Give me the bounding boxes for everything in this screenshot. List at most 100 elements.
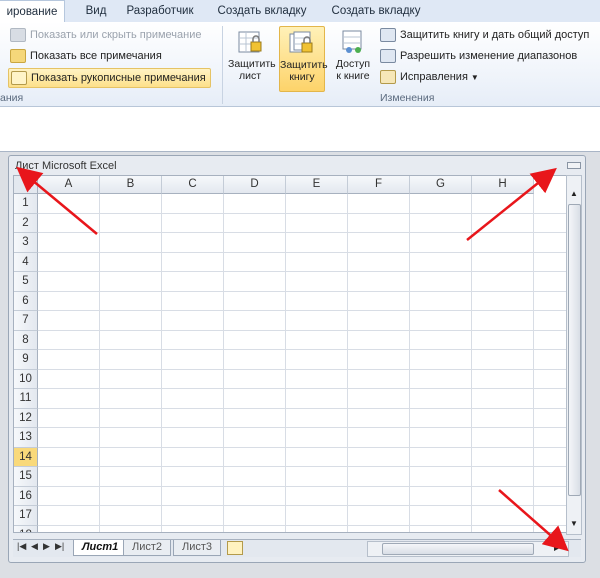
horizontal-scrollbar[interactable]: ▶: [367, 541, 569, 557]
tab-view[interactable]: Вид: [76, 0, 116, 22]
track-changes-icon: [380, 70, 396, 85]
last-sheet-icon[interactable]: ▶|: [55, 541, 64, 552]
grid-line: [38, 407, 566, 409]
grid-line: [223, 194, 224, 532]
next-sheet-icon[interactable]: ▶: [43, 541, 50, 552]
tab-create-2[interactable]: Создать вкладку: [324, 0, 428, 22]
row-header[interactable]: 9: [14, 350, 38, 370]
grid-line: [38, 310, 566, 311]
row-header[interactable]: 7: [14, 311, 38, 331]
grid-line: [38, 232, 566, 233]
row-header[interactable]: 2: [14, 213, 38, 233]
grid-line: [347, 194, 348, 532]
vertical-scrollbar[interactable]: ▲ ▼: [566, 175, 582, 535]
protect-sheet-icon: [236, 28, 264, 56]
row-header[interactable]: 17: [14, 506, 38, 526]
grid-line: [38, 212, 566, 214]
row-header[interactable]: 3: [14, 233, 38, 253]
tab-review[interactable]: ирование: [0, 0, 65, 23]
grid-line: [38, 368, 566, 370]
column-header[interactable]: C: [162, 176, 224, 194]
grid-line: [38, 466, 566, 467]
spreadsheet-grid[interactable]: ABCDEFGH123456789101112131415161718: [13, 175, 567, 533]
group-divider: [222, 26, 223, 104]
row-header[interactable]: 18: [14, 525, 38, 532]
scroll-down-icon[interactable]: ▼: [570, 519, 578, 528]
row-header[interactable]: 11: [14, 389, 38, 409]
ink-note-icon: [11, 71, 27, 86]
grid-line: [38, 388, 566, 389]
scroll-right-icon[interactable]: ▶: [554, 543, 560, 552]
tab-developer[interactable]: Разработчик: [118, 0, 202, 22]
row-header[interactable]: 8: [14, 330, 38, 350]
protect-share-button[interactable]: Защитить книгу и дать общий доступ: [380, 26, 589, 44]
horizontal-scroll-thumb[interactable]: [382, 543, 534, 555]
grid-line: [471, 194, 472, 532]
grid-line: [38, 524, 566, 526]
sheet-tab-1[interactable]: Лист1: [73, 540, 128, 556]
insert-sheet-icon[interactable]: [227, 541, 243, 555]
track-changes-button[interactable]: Исправления ▼: [380, 68, 479, 86]
prev-sheet-icon[interactable]: ◀: [31, 541, 38, 552]
show-ink-notes-button[interactable]: Показать рукописные примечания: [8, 68, 211, 88]
grid-line: [161, 194, 162, 532]
note-icon: [10, 28, 26, 43]
sheet-tab-3[interactable]: Лист3: [173, 540, 222, 556]
grid-line: [99, 194, 100, 532]
row-header[interactable]: 6: [14, 291, 38, 311]
column-header[interactable]: A: [38, 176, 100, 194]
row-header[interactable]: 12: [14, 408, 38, 428]
column-header[interactable]: E: [286, 176, 348, 194]
sheet-tab-bar: |◀ ◀ ▶ ▶| Лист1 Лист2 Лист3 ▶: [13, 539, 581, 557]
share-book-button[interactable]: Доступ к книге: [331, 26, 375, 90]
row-header[interactable]: 5: [14, 272, 38, 292]
row-header[interactable]: 10: [14, 369, 38, 389]
share-book-icon: [339, 28, 367, 56]
grid-line: [285, 194, 286, 532]
allow-ranges-icon: [380, 49, 396, 64]
changes-group-label: Изменения: [380, 92, 435, 104]
column-header[interactable]: G: [410, 176, 472, 194]
tab-create-1[interactable]: Создать вкладку: [210, 0, 314, 22]
grid-line: [38, 251, 566, 253]
workbook-title: Лист Microsoft Excel: [15, 160, 117, 172]
show-hide-note-button[interactable]: Показать или скрыть примечание: [10, 26, 201, 44]
column-header[interactable]: B: [100, 176, 162, 194]
sheet-tab-2[interactable]: Лист2: [123, 540, 172, 556]
row-header[interactable]: 16: [14, 486, 38, 506]
protect-book-icon: [288, 29, 316, 57]
protect-share-icon: [380, 28, 396, 43]
row-header[interactable]: 1: [14, 194, 38, 214]
column-header[interactable]: F: [348, 176, 410, 194]
grid-line: [38, 446, 566, 448]
show-all-notes-button[interactable]: Показать все примечания: [10, 47, 162, 65]
protect-book-button[interactable]: Защитить книгу: [279, 26, 328, 92]
embedded-workbook: Лист Microsoft Excel A B C D E F G H 1 2 3 4 5 6 7 8 9 10…: [8, 155, 586, 563]
grid-line: [38, 271, 566, 272]
row-header[interactable]: 4: [14, 252, 38, 272]
scroll-up-icon[interactable]: ▲: [570, 189, 578, 198]
ribbon: Показать или скрыть примечание Показать …: [0, 22, 600, 107]
row-header[interactable]: 13: [14, 428, 38, 448]
grid-line: [409, 194, 410, 532]
column-header[interactable]: H: [472, 176, 534, 194]
chevron-down-icon: ▼: [470, 73, 479, 82]
vertical-scroll-thumb[interactable]: [568, 204, 581, 496]
first-sheet-icon[interactable]: |◀: [17, 541, 26, 552]
row-header[interactable]: 15: [14, 467, 38, 487]
ribbon-tabs: ирование Вид Разработчик Создать вкладку…: [0, 0, 600, 23]
minimize-icon[interactable]: [567, 162, 581, 169]
grid-line: [38, 349, 566, 350]
grid-line: [38, 485, 566, 487]
column-header[interactable]: D: [224, 176, 286, 194]
grid-line: [38, 290, 566, 292]
row-header[interactable]: 14: [14, 447, 38, 467]
allow-ranges-button[interactable]: Разрешить изменение диапазонов: [380, 47, 577, 65]
grid-line: [38, 427, 566, 428]
select-all-corner[interactable]: [14, 176, 38, 194]
grid-line: [533, 194, 534, 532]
grid-line: [38, 505, 566, 506]
notes-icon: [10, 49, 26, 64]
grid-line: [38, 329, 566, 331]
protect-sheet-button[interactable]: Защитить лист: [228, 26, 276, 90]
